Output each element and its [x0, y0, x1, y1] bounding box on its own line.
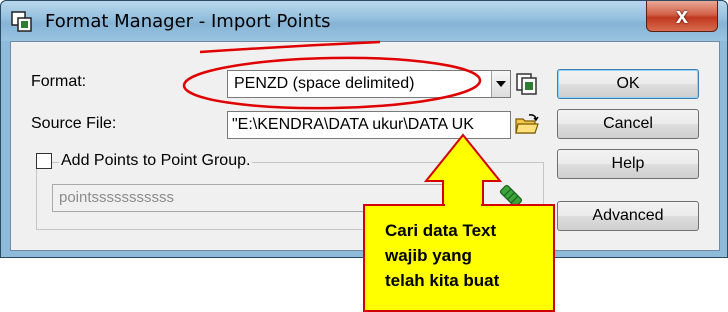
callout-arrow-seam	[445, 203, 481, 207]
